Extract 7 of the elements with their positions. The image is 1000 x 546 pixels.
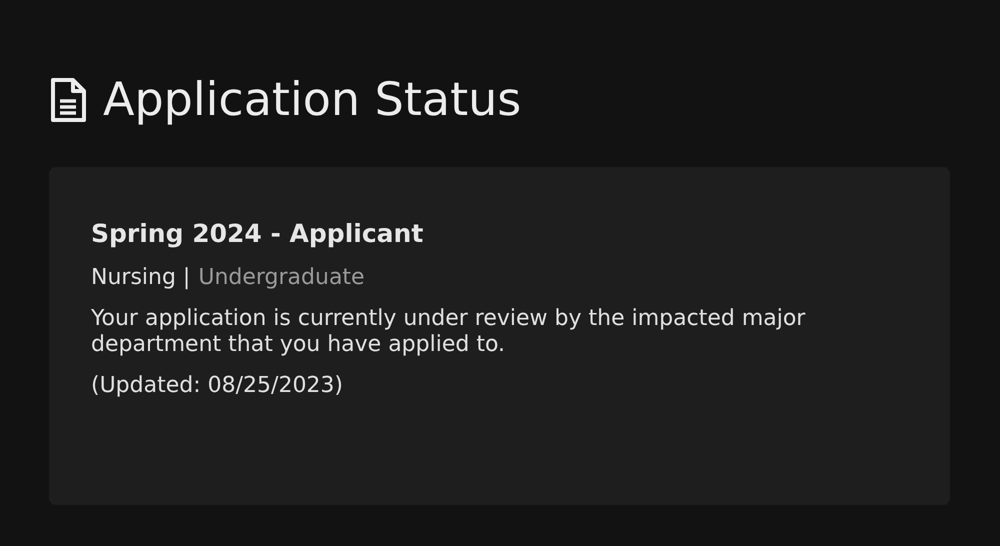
updated-date: (Updated: 08/25/2023) bbox=[91, 373, 344, 398]
page-title: Application Status bbox=[103, 72, 522, 128]
program-level: Undergraduate bbox=[198, 265, 365, 290]
card-title: Spring 2024 - Applicant bbox=[91, 219, 424, 250]
program-name: Nursing | bbox=[91, 265, 190, 290]
status-message: Your application is currently under review by the impacted major department that you have applied to. bbox=[91, 306, 806, 358]
document-icon bbox=[49, 76, 87, 123]
